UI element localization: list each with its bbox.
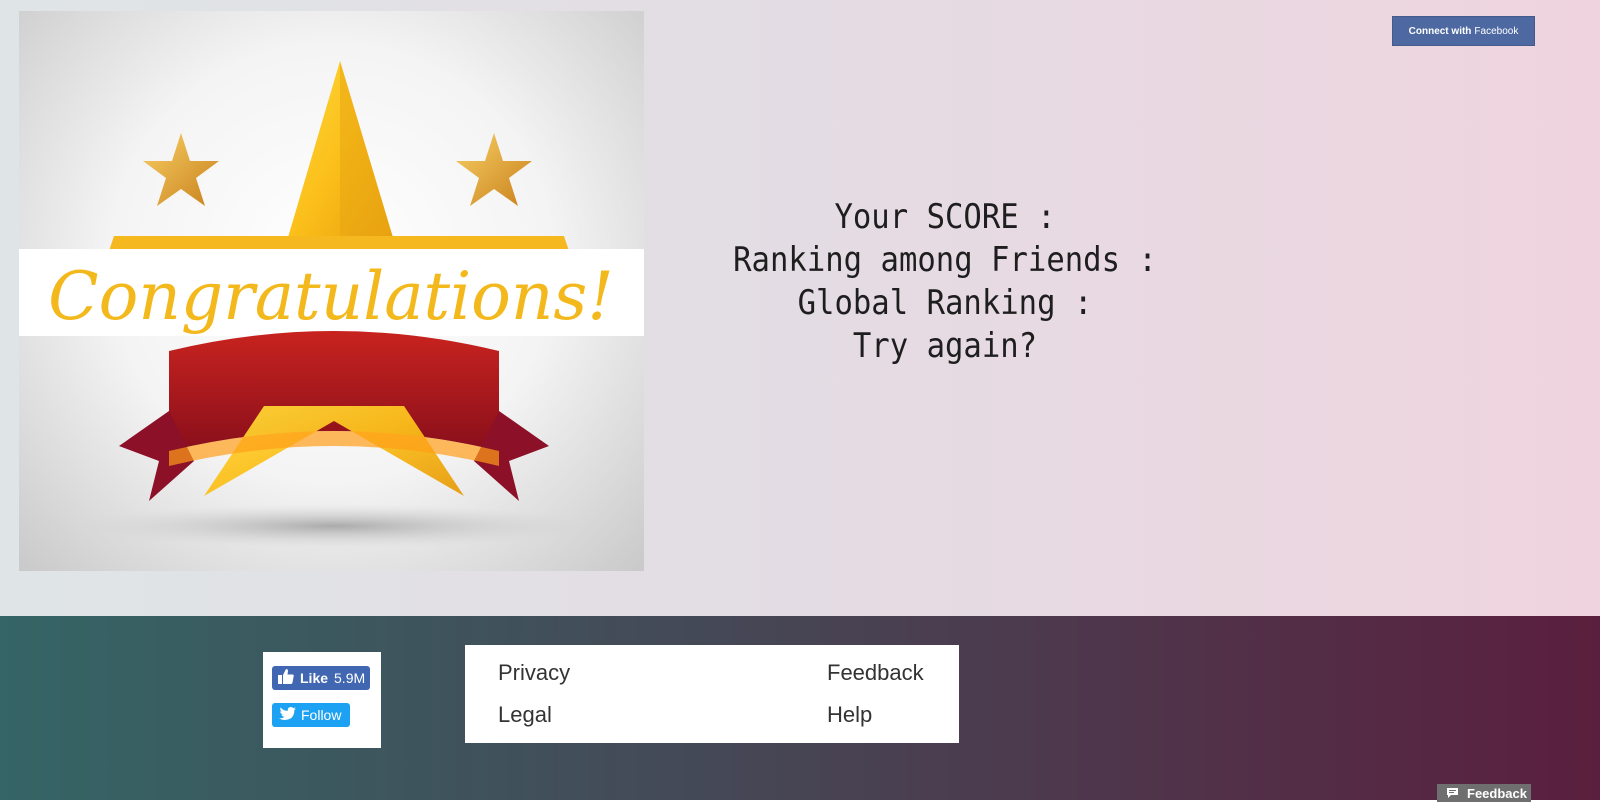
congratulations-headline: Congratulations! [48,258,614,335]
connect-label: Connect with [1408,25,1472,37]
friends-ranking-label: Ranking among Friends : [733,240,1157,280]
star-icon [143,133,219,206]
chat-bubble-icon [1447,786,1458,801]
facebook-like-button[interactable]: Like 5.9M [272,666,370,690]
feedback-link[interactable]: Feedback [827,660,924,686]
score-label: Your SCORE : [834,197,1056,237]
congratulations-illustration: Congratulations! [19,61,644,548]
twitter-follow-button[interactable]: Follow [272,703,350,727]
like-label: Like [300,670,329,686]
thumbs-up-icon [278,669,294,687]
congratulations-banner: Congratulations! [19,11,644,571]
privacy-link[interactable]: Privacy [498,660,570,686]
feedback-tab-label: Feedback [1467,785,1527,801]
like-count: 5.9M [334,670,366,686]
global-ranking-label: Global Ranking : [797,283,1093,323]
feedback-tab-button[interactable]: Feedback [1437,784,1531,802]
star-icon [456,133,532,206]
help-link[interactable]: Help [827,702,872,728]
try-again-link[interactable]: Try again? [725,325,1166,368]
social-buttons-box: Like 5.9M Follow [263,652,381,748]
follow-label: Follow [301,707,342,723]
legal-link[interactable]: Legal [498,702,552,728]
results-panel: Your SCORE : Ranking among Friends : Glo… [725,196,1166,368]
floor-shadow [74,504,594,548]
footer-links: Privacy Legal Feedback Help [465,645,959,743]
facebook-connect-button[interactable]: Connect with Facebook [1392,16,1535,46]
main-area: Congratulations! Connect with Facebook Y… [0,0,1600,616]
facebook-label: Facebook [1474,25,1519,37]
twitter-bird-icon [279,706,296,724]
